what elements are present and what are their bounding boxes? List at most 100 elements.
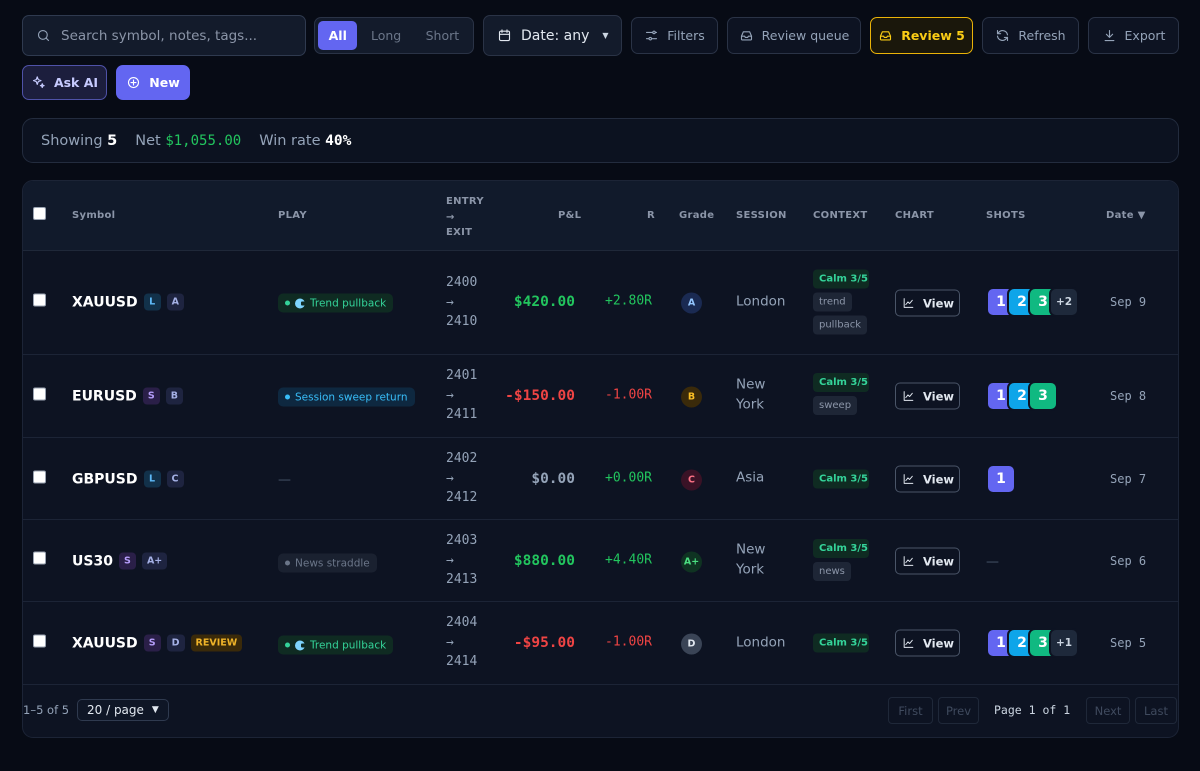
search-box[interactable] [22, 15, 306, 56]
row-checkbox[interactable] [33, 293, 46, 307]
play-cell: Trend pullback [278, 293, 394, 313]
review-button[interactable]: Review 5 [870, 17, 973, 54]
view-chart-button[interactable]: View [895, 465, 960, 493]
side-badge: L [143, 470, 161, 488]
context-tag: news [813, 562, 851, 581]
grade-circle: D [681, 633, 702, 655]
col-entry-exit: ENTRY → EXIT [446, 196, 484, 238]
table-row[interactable]: US30 S A+ News straddle 2403 → 2413 $880.0… [23, 520, 1178, 602]
export-button[interactable]: Export [1088, 17, 1179, 54]
date-cell: Sep 5 [1110, 636, 1147, 650]
session-cell: Asia [736, 469, 765, 486]
shots-cell: 1 2 3 +2 [986, 287, 1079, 317]
play-icon [295, 640, 306, 650]
symbol-cell: XAUUSD S D REVIEW [72, 634, 243, 652]
view-chart-button[interactable]: View [895, 629, 960, 657]
entry-exit-cell: 2400 → 2410 [446, 274, 478, 329]
table-header: Symbol PLAY ENTRY → EXIT P&L R Grade SESSI… [23, 181, 1178, 251]
page-size-select[interactable]: 20 / page ▼ [77, 699, 169, 721]
range-label: 1–5 of 5 [23, 703, 70, 717]
symbol-cell: EURUSD S B [72, 387, 184, 405]
net-stat: Net $1,055.00 [135, 132, 242, 149]
symbol-cell: XAUUSD L A [72, 293, 184, 311]
view-chart-button[interactable]: View [895, 289, 960, 317]
pnl-value: $880.00 [513, 553, 575, 569]
next-page-button[interactable]: Next [1086, 697, 1130, 724]
pnl-value: -$95.00 [513, 635, 575, 651]
session-cell: New York [736, 541, 766, 578]
symbol-name: US30 [72, 553, 113, 569]
showing-stat: Showing 5 [41, 132, 118, 149]
line-chart-icon [901, 472, 916, 487]
refresh-button[interactable]: Refresh [982, 17, 1079, 54]
sliders-icon [644, 28, 659, 43]
calm-tag: Calm 3/5 [813, 539, 869, 558]
prev-page-button[interactable]: Prev [938, 697, 979, 724]
line-chart-icon [901, 389, 916, 404]
col-pnl: P&L [558, 210, 582, 221]
export-label: Export [1124, 28, 1166, 43]
inbox-icon [739, 28, 754, 43]
filters-label: Filters [667, 28, 705, 43]
calm-tag: Calm 3/5 [813, 633, 869, 653]
review-queue-button[interactable]: Review queue [727, 17, 861, 54]
col-session: SESSION [736, 210, 787, 221]
review-label: Review 5 [901, 28, 965, 43]
direction-all-button[interactable]: All [318, 21, 358, 50]
view-chart-button[interactable]: View [895, 547, 960, 575]
context-cell: Calm 3/5 news [813, 539, 869, 581]
col-symbol[interactable]: Symbol [72, 210, 115, 221]
context-cell: Calm 3/5 sweep [813, 373, 869, 415]
calendar-icon [497, 28, 512, 43]
direction-long-button[interactable]: Long [359, 21, 412, 50]
more-shots-badge[interactable]: +2 [1049, 287, 1079, 317]
session-cell: New York [736, 376, 766, 413]
table-row[interactable]: XAUUSD S D REVIEW Trend pullback 2404 → 24… [23, 602, 1178, 685]
r-value: +0.00R [605, 470, 652, 486]
more-shots-badge[interactable]: +1 [1049, 628, 1079, 658]
row-checkbox[interactable] [33, 634, 46, 648]
col-shots: SHOTS [986, 210, 1026, 221]
screenshot-thumb[interactable]: 3 [1028, 381, 1058, 411]
view-chart-button[interactable]: View [895, 382, 960, 410]
r-value: +4.40R [605, 552, 652, 568]
direction-short-button[interactable]: Short [415, 21, 470, 50]
row-checkbox[interactable] [33, 551, 46, 565]
row-checkbox[interactable] [33, 470, 46, 484]
new-button[interactable]: New [116, 65, 190, 100]
winrate-stat: Win rate 40% [259, 132, 352, 149]
pnl-value: $0.00 [531, 471, 575, 487]
row-checkbox[interactable] [33, 387, 46, 401]
table-row[interactable]: XAUUSD L A Trend pullback 2400 → 2410 $420… [23, 251, 1178, 355]
col-date[interactable]: Date ▼ [1106, 210, 1146, 221]
pnl-value: $420.00 [513, 294, 575, 310]
search-input[interactable] [61, 27, 291, 44]
filters-button[interactable]: Filters [631, 17, 718, 54]
last-page-button[interactable]: Last [1135, 697, 1177, 724]
date-filter-dropdown[interactable]: Date: any ▼ [483, 15, 622, 56]
side-badge: S [118, 552, 136, 570]
symbol-name: GBPUSD [72, 471, 138, 487]
table-row[interactable]: GBPUSD L C — 2402 → 2412 $0.00 +0.00R C As… [23, 438, 1178, 520]
symbol-name: XAUUSD [72, 294, 138, 310]
play-cell: News straddle [278, 553, 377, 573]
context-tag: pullback [813, 315, 868, 335]
table-row[interactable]: EURUSD S B Session sweep return 2401 → 241… [23, 355, 1178, 438]
play-tag: Trend pullback [278, 635, 394, 655]
symbol-name: XAUUSD [72, 635, 138, 651]
pagination-bar: 1–5 of 5 20 / page ▼ First Prev Page 1 of… [23, 689, 1178, 729]
play-tag: News straddle [278, 553, 377, 573]
ask-ai-button[interactable]: Ask AI [22, 65, 107, 100]
grade-badge: A [166, 293, 184, 311]
select-all-checkbox[interactable] [33, 207, 46, 220]
shots-cell: 1 [986, 464, 1016, 494]
screenshot-thumb[interactable]: 1 [986, 464, 1016, 494]
shots-cell: 1 2 3 +1 [986, 628, 1079, 658]
date-cell: Sep 6 [1110, 554, 1147, 568]
pnl-value: -$150.00 [505, 388, 575, 404]
shots-empty: — [986, 554, 999, 570]
entry-exit-cell: 2402 → 2412 [446, 450, 478, 505]
inbox-icon [878, 28, 893, 43]
line-chart-icon [901, 636, 916, 651]
first-page-button[interactable]: First [888, 697, 933, 724]
